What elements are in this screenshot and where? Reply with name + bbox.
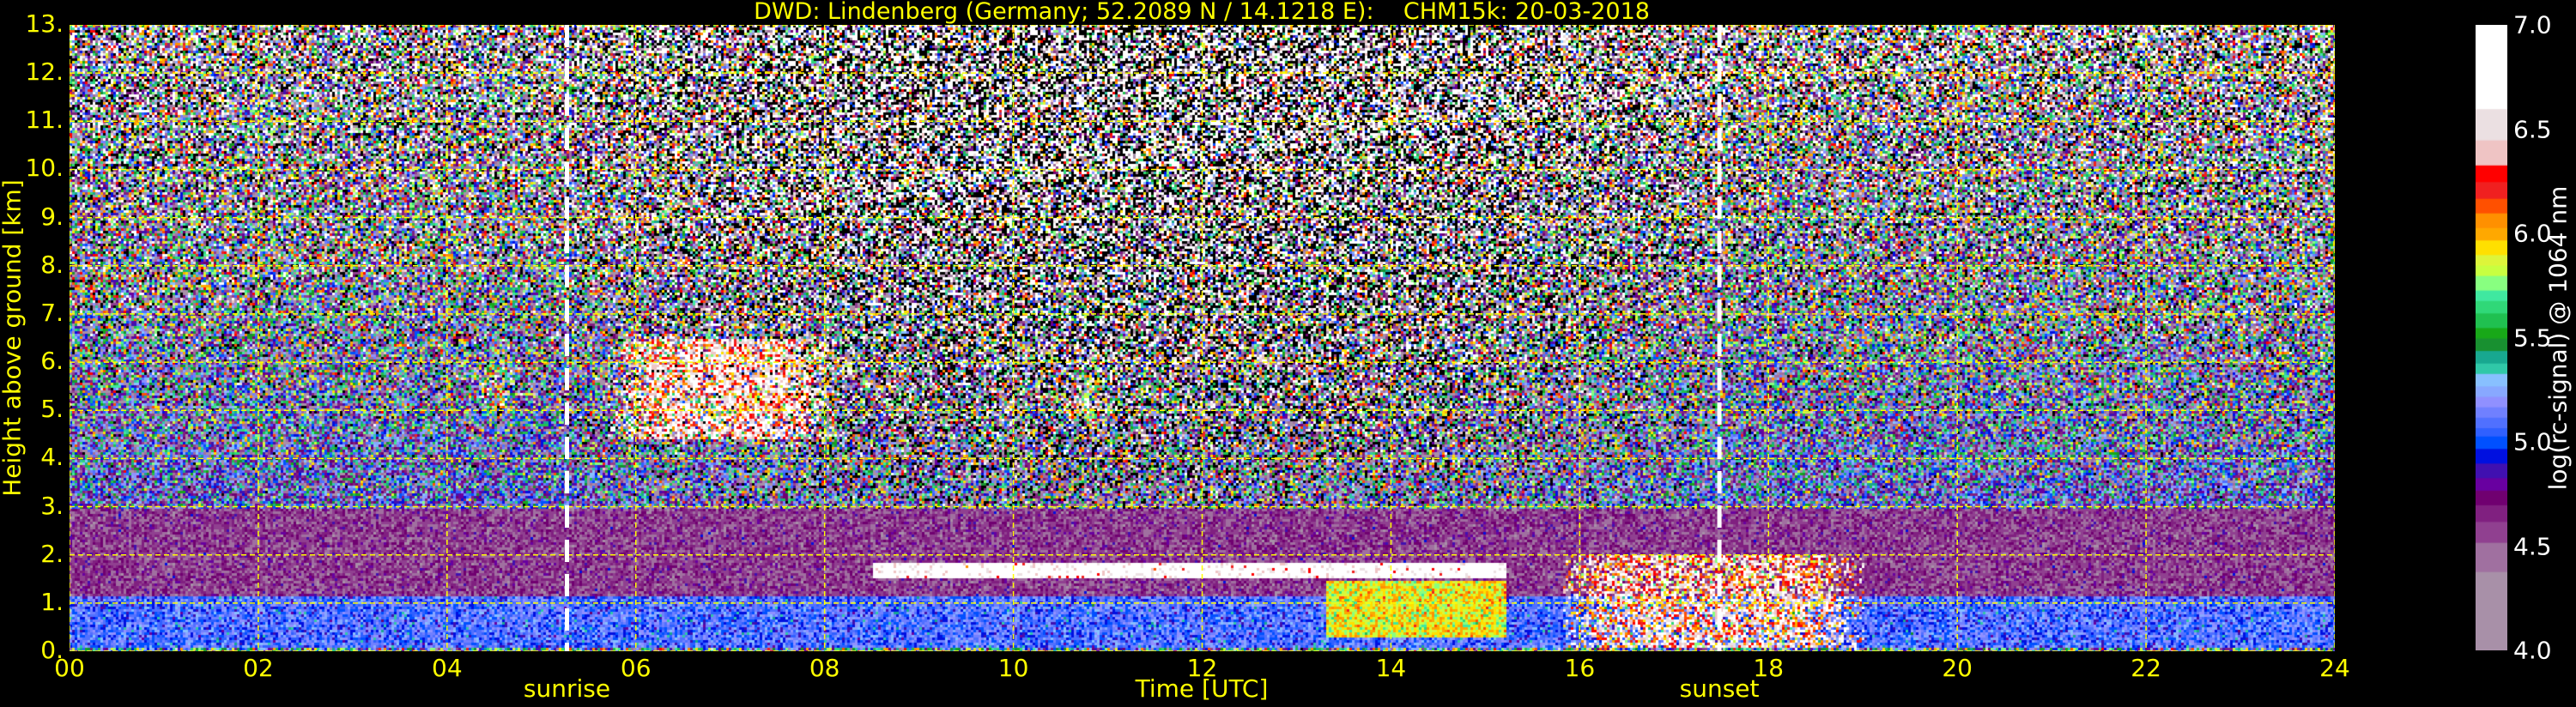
y-tick-label: 11. — [25, 106, 64, 135]
x-tick-label: 24 — [2319, 654, 2350, 682]
y-tick-label: 1. — [40, 587, 64, 616]
x-tick-label: 06 — [620, 654, 652, 682]
x-tick-label: 08 — [809, 654, 840, 682]
colorbar-tick-label: 7.0 — [2513, 10, 2552, 39]
x-tick-label: 04 — [432, 654, 463, 682]
plot-area — [70, 25, 2335, 651]
x-tick-label: 10 — [997, 654, 1029, 682]
y-axis-label: Height above ground [km] — [0, 179, 27, 497]
sunset-label: sunset — [1679, 674, 1760, 703]
x-tick-label: 16 — [1564, 654, 1596, 682]
y-tick-label: 10. — [25, 154, 64, 183]
y-tick-label: 0. — [40, 635, 64, 664]
colorbar-tick-label: 6.5 — [2513, 115, 2552, 143]
colorbar-tick-label: 4.0 — [2513, 636, 2552, 665]
plot-overlay — [70, 25, 2335, 651]
sunrise-label: sunrise — [523, 674, 611, 703]
x-axis-label: Time [UTC] — [1135, 674, 1269, 703]
colorbar-tick-label: 4.5 — [2513, 532, 2552, 560]
x-tick-label: 20 — [1942, 654, 1973, 682]
colorbar — [2476, 25, 2507, 650]
x-tick-label: 22 — [2131, 654, 2161, 682]
y-tick-label: 2. — [40, 539, 64, 568]
colorbar-label: log(rc-signal) @ 1064 nm — [2543, 185, 2573, 491]
chart-title: DWD: Lindenberg (Germany; 52.2089 N / 14… — [754, 0, 1650, 25]
x-tick-label: 02 — [243, 654, 274, 682]
y-tick-label: 12. — [25, 57, 64, 86]
y-tick-label: 13. — [25, 9, 64, 38]
x-tick-label: 14 — [1375, 654, 1407, 682]
